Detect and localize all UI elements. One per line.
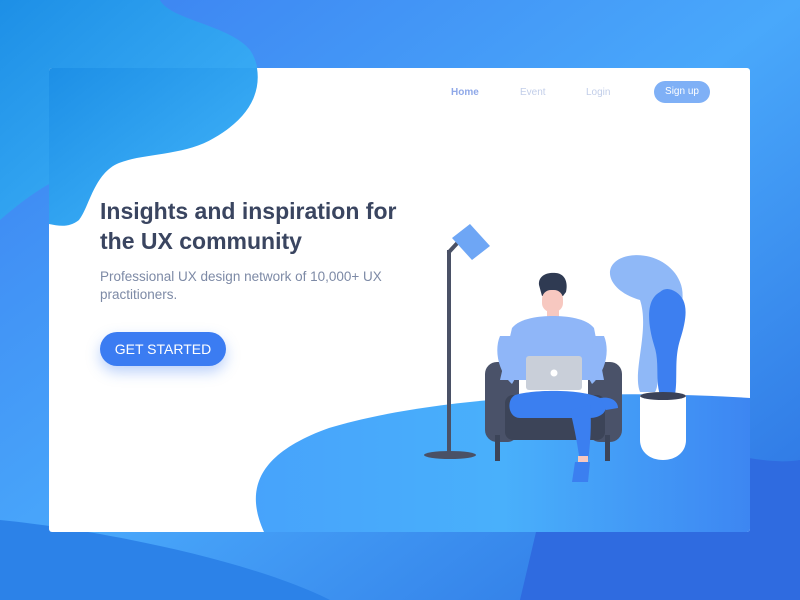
hero-subtext: Professional UX design network of 10,000…: [100, 269, 382, 302]
hero-card: Home Event Login Sign up Insights and in…: [49, 68, 750, 532]
hero-headline: Insights and inspiration for the UX comm…: [100, 198, 397, 254]
signup-button[interactable]: Sign up: [654, 81, 710, 103]
landing-page: Home Event Login Sign up Insights and in…: [0, 0, 800, 600]
get-started-button[interactable]: GET STARTED: [100, 332, 226, 366]
nav-link-event[interactable]: Event: [520, 87, 586, 98]
nav-link-login[interactable]: Login: [586, 87, 654, 98]
nav-link-home[interactable]: Home: [451, 87, 520, 98]
top-navigation: Home Event Login Sign up: [451, 81, 710, 103]
